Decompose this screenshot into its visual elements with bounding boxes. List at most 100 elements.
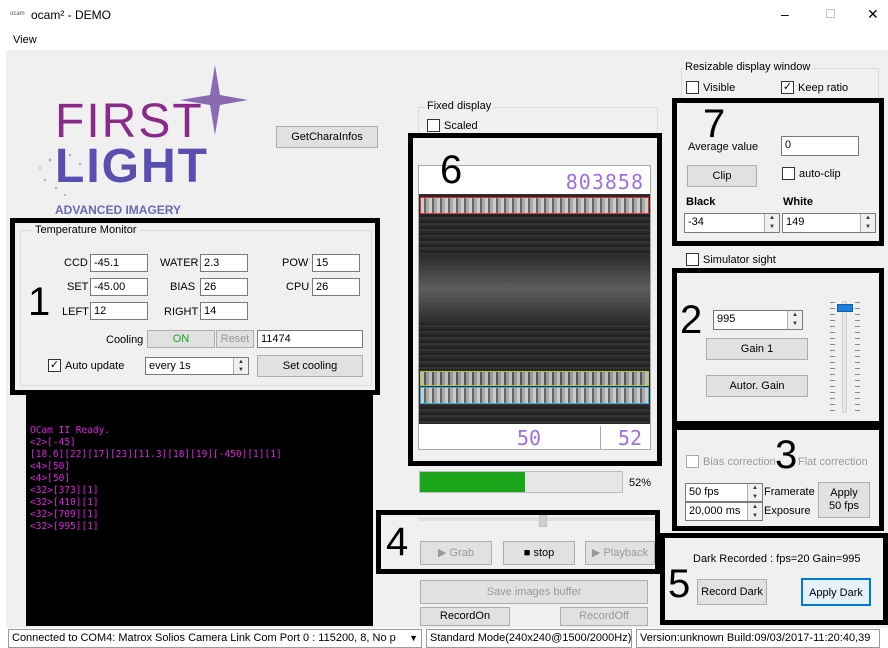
black-spin-buttons[interactable]: ▲ ▼ [764, 214, 779, 232]
camera-display: 803858 50 52 [418, 165, 651, 450]
log-line: <4>[50] [30, 473, 71, 484]
log-line: <32>[410][1] [30, 497, 99, 508]
progress-fill [420, 472, 526, 492]
black-spinner[interactable]: -34 ▲ ▼ [684, 213, 780, 233]
minimize-button[interactable]: – [781, 6, 789, 22]
logo-light-text: LIGHT [55, 140, 209, 193]
record-on-button[interactable]: RecordOn [420, 607, 510, 626]
apply-framerate-button[interactable]: Apply 50 fps [818, 482, 870, 518]
exposure-spin-buttons[interactable]: ▲ ▼ [747, 503, 762, 520]
apply-dark-button[interactable]: Apply Dark [801, 578, 871, 606]
menu-bar: View [0, 32, 888, 50]
playback-button[interactable]: ▶ Playback [585, 541, 655, 565]
connection-text: Connected to COM4: Matrox Solios Camera … [12, 632, 396, 644]
scaled-label: Scaled [444, 120, 478, 132]
roi-cyan [420, 387, 649, 404]
version-status: Version:unknown Build:09/03/2017-11:20:4… [636, 629, 880, 648]
clip-button[interactable]: Clip [687, 165, 757, 187]
auto-update-checkbox[interactable]: ✓ [48, 359, 61, 372]
gain-value: 995 [717, 313, 736, 325]
keep-ratio-label: Keep ratio [798, 82, 849, 94]
auto-clip-label: auto-clip [799, 168, 841, 180]
progress-label: 52% [629, 477, 652, 489]
set-field[interactable]: -45.00 [90, 278, 148, 296]
grab-button[interactable]: ▶ Grab [420, 541, 492, 565]
company-logo: FIRST LIGHT ADVANCED IMAGERY [30, 60, 250, 220]
right-field[interactable]: 14 [200, 302, 248, 320]
save-buffer-button[interactable]: Save images buffer [420, 580, 648, 604]
exposure-value: 20,000 ms [689, 505, 741, 517]
gain-1-button[interactable]: Gain 1 [706, 338, 808, 360]
record-dark-button[interactable]: Record Dark [697, 579, 767, 605]
gain-spin-buttons[interactable]: ▲ ▼ [787, 311, 802, 329]
cooling-on-button[interactable]: ON [147, 330, 215, 348]
gain-slider-ticks-right [855, 301, 860, 411]
playback-label: Playback [603, 547, 649, 559]
annotation-1: 1 [28, 280, 51, 324]
cooling-reset-button[interactable]: Reset [216, 330, 254, 348]
framerate-spin-buttons[interactable]: ▲ ▼ [747, 484, 762, 501]
roi-red [420, 197, 649, 214]
ccd-field[interactable]: -45.1 [90, 254, 148, 272]
menu-view[interactable]: View [13, 34, 37, 46]
log-line: [18.6][22][17][23][11.3][18][19][-450][1… [30, 449, 282, 460]
left-field[interactable]: 12 [90, 302, 148, 320]
left-label: LEFT [62, 306, 89, 318]
gain-slider-thumb[interactable] [837, 304, 853, 313]
pow-field[interactable]: 15 [312, 254, 360, 272]
auto-clip-checkbox[interactable] [782, 167, 795, 180]
white-spin-buttons[interactable]: ▲ ▼ [860, 214, 875, 232]
log-console: OCam II Ready. <2>[-45] [18.6][22][17][2… [26, 395, 373, 626]
display-value-right: 52 [618, 426, 643, 450]
chevron-down-icon[interactable]: ▼ [409, 630, 418, 647]
bias-correction-checkbox[interactable] [686, 455, 699, 468]
visible-label: Visible [703, 82, 736, 94]
gain-slider[interactable] [830, 295, 860, 415]
average-value-field[interactable]: 0 [781, 136, 859, 156]
exposure-label: Exposure [764, 505, 811, 517]
scaled-checkbox[interactable] [427, 119, 440, 132]
white-value: 149 [786, 216, 805, 228]
progress-bar [419, 471, 623, 493]
record-off-button[interactable]: RecordOff [560, 607, 648, 626]
black-label: Black [686, 196, 716, 208]
set-cooling-button[interactable]: Set cooling [257, 355, 363, 377]
exposure-spinner[interactable]: 20,000 ms ▲ ▼ [685, 502, 763, 521]
get-chara-infos-button[interactable]: GetCharaInfos [276, 126, 378, 148]
annotation-2: 2 [680, 298, 703, 342]
stop-button[interactable]: ■ stop [503, 541, 575, 565]
cpu-field[interactable]: 26 [312, 278, 360, 296]
maximize-button[interactable]: ☐ [825, 7, 836, 21]
update-interval-spinner[interactable]: every 1s ▲ ▼ [145, 357, 249, 375]
interval-spin-buttons[interactable]: ▲ ▼ [233, 358, 248, 374]
water-field[interactable]: 2.3 [200, 254, 248, 272]
log-line: <4>[50] [30, 461, 71, 472]
grab-label: Grab [449, 547, 474, 559]
gain-slider-ticks [830, 301, 835, 411]
bias-correction-label: Bias correction [703, 456, 776, 468]
gain-slider-track [842, 301, 847, 413]
play-icon: ▶ [438, 547, 447, 559]
framerate-spinner[interactable]: 50 fps ▲ ▼ [685, 483, 763, 502]
temperature-monitor-title: Temperature Monitor [33, 224, 139, 236]
mode-status: Standard Mode(240x240@1500/2000Hz) [426, 629, 632, 648]
close-button[interactable]: ✕ [867, 6, 879, 23]
resizable-window-title: Resizable display window [683, 61, 813, 73]
simulator-sight-checkbox[interactable] [686, 253, 699, 266]
title-bar: ocam ocam² - DEMO – ☐ ✕ [0, 0, 888, 32]
display-value-left: 50 [517, 426, 542, 450]
keep-ratio-checkbox[interactable]: ✓ [781, 81, 794, 94]
gain-spinner[interactable]: 995 ▲ ▼ [713, 310, 803, 330]
framerate-label: Framerate [764, 486, 815, 498]
frame-counter: 803858 [565, 170, 644, 194]
white-spinner[interactable]: 149 ▲ ▼ [782, 213, 876, 233]
average-value-label: Average value [688, 141, 759, 153]
bias-field[interactable]: 26 [200, 278, 248, 296]
cpu-label: CPU [286, 281, 310, 293]
cooling-value-field[interactable]: 11474 [257, 330, 363, 348]
auto-gain-button[interactable]: Autor. Gain [706, 375, 808, 397]
connection-status[interactable]: Connected to COM4: Matrox Solios Camera … [8, 629, 422, 648]
white-label: White [783, 196, 813, 208]
annotation-4: 4 [386, 520, 409, 564]
visible-checkbox[interactable] [686, 81, 699, 94]
